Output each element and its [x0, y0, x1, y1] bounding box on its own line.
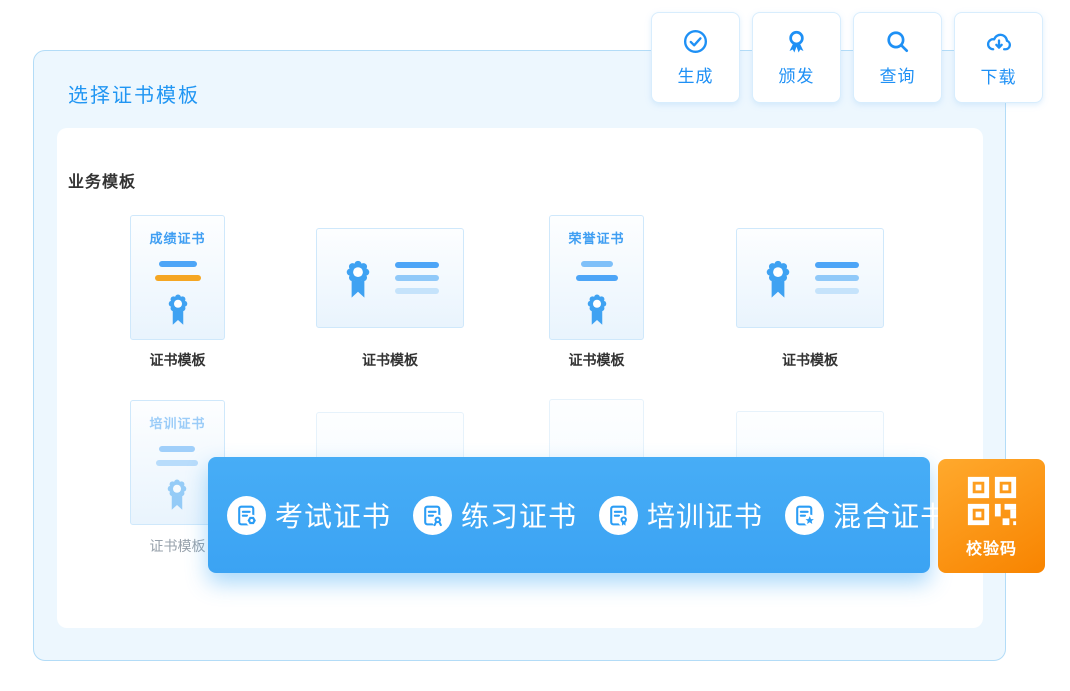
medal-icon — [164, 291, 192, 327]
search-icon — [884, 28, 911, 55]
check-circle-icon — [682, 28, 709, 55]
verification-code-label: 校验码 — [966, 535, 1017, 559]
template-card-label: 证书模板 — [316, 350, 464, 370]
section-title: 业务模板 — [68, 168, 136, 192]
banner-item-mixed[interactable]: 混合证书 — [785, 495, 949, 535]
query-button[interactable]: 查询 — [853, 12, 942, 103]
medal-icon — [163, 476, 191, 512]
issue-label: 颁发 — [779, 62, 815, 87]
issue-button[interactable]: 颁发 — [752, 12, 841, 103]
doc-gear-icon — [227, 496, 266, 535]
cert-preview-title: 培训证书 — [149, 413, 205, 432]
preview-lines — [395, 255, 439, 301]
template-card-label: 证书模板 — [130, 350, 225, 370]
doc-ribbon-icon — [599, 496, 638, 535]
preview-line — [159, 261, 197, 267]
banner-item-label: 培训证书 — [647, 495, 763, 535]
preview-lines — [815, 255, 859, 301]
award-ribbon-icon — [783, 28, 810, 55]
preview-line — [581, 261, 613, 267]
doc-star-icon — [785, 496, 824, 535]
cloud-download-icon — [985, 28, 1013, 56]
template-card-label: 证书模板 — [549, 350, 644, 370]
template-card-landscape-2[interactable] — [736, 228, 884, 328]
qr-code-icon — [965, 474, 1019, 528]
generate-button[interactable]: 生成 — [651, 12, 740, 103]
banner-item-label: 练习证书 — [461, 495, 577, 535]
banner-item-label: 混合证书 — [833, 495, 949, 535]
page-title: 选择证书模板 — [68, 79, 200, 108]
query-label: 查询 — [880, 62, 916, 87]
preview-line — [159, 446, 195, 452]
banner-item-exam[interactable]: 考试证书 — [227, 495, 391, 535]
cert-preview-title: 荣誉证书 — [568, 228, 624, 247]
preview-line — [576, 275, 618, 281]
template-card-honor[interactable]: 荣誉证书 — [549, 215, 644, 340]
medal-icon — [583, 291, 611, 327]
template-card-label: 证书模板 — [736, 350, 884, 370]
preview-line — [155, 275, 201, 281]
generate-label: 生成 — [678, 62, 714, 87]
verification-code-badge[interactable]: 校验码 — [938, 459, 1045, 573]
preview-line — [156, 460, 198, 466]
medal-icon — [761, 257, 795, 300]
certificate-type-banner: 考试证书 练习证书 — [208, 457, 930, 573]
template-card-score[interactable]: 成绩证书 — [130, 215, 225, 340]
banner-item-label: 考试证书 — [275, 495, 391, 535]
banner-item-practice[interactable]: 练习证书 — [413, 495, 577, 535]
download-label: 下载 — [981, 63, 1017, 88]
download-button[interactable]: 下载 — [954, 12, 1043, 103]
medal-icon — [341, 257, 375, 300]
cert-preview-title: 成绩证书 — [149, 228, 205, 247]
doc-medal-icon — [413, 496, 452, 535]
template-card-landscape-1[interactable] — [316, 228, 464, 328]
banner-item-training[interactable]: 培训证书 — [599, 495, 763, 535]
